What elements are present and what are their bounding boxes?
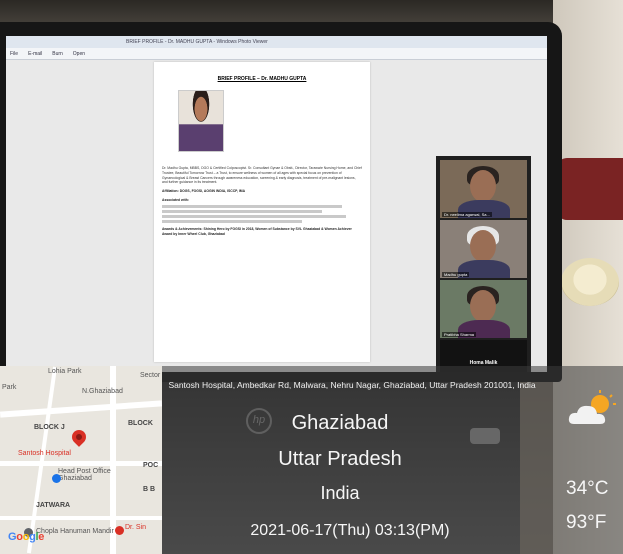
google-logo: Google bbox=[8, 531, 45, 543]
text-line bbox=[162, 204, 342, 208]
participant-tile[interactable]: Madhu gupta bbox=[440, 220, 527, 278]
temperature-celsius: 34°C bbox=[566, 478, 609, 499]
map-label: Lohia Park bbox=[48, 368, 82, 375]
map-label: BLOCK bbox=[128, 420, 153, 427]
map-label: Chopla Hanuman Mandir bbox=[36, 528, 114, 535]
document-affiliation: Affiliation: DOGS, FOGSI, AOGIN INDIA, I… bbox=[162, 189, 246, 194]
profile-document: BRIEF PROFILE – Dr. MADHU GUPTA Dr. Madh… bbox=[154, 62, 370, 362]
geotag-city: Ghaziabad bbox=[291, 412, 389, 434]
participant-tile[interactable]: Pratibha Sharma bbox=[440, 280, 527, 338]
map-label: Dr. Sin bbox=[125, 524, 147, 531]
avatar-face bbox=[470, 170, 496, 202]
participants-panel: Dr. neelima agarwal, Sa... Madhu gupta P… bbox=[436, 156, 531, 372]
map-label: N.Ghaziabad bbox=[82, 388, 123, 395]
toolbar-email[interactable]: E-mail bbox=[28, 51, 42, 57]
avatar-face bbox=[470, 230, 496, 262]
map-inset[interactable]: Lohia Park Park N.Ghaziabad Sector BLOCK… bbox=[0, 366, 162, 554]
poi-marker bbox=[52, 474, 61, 483]
viewer-toolbar: File E-mail Burn Open bbox=[6, 48, 547, 60]
tape-roll bbox=[561, 258, 619, 306]
map-label: JATWARA bbox=[36, 502, 71, 509]
document-awards: Awards & Achievements: Shining Hero by F… bbox=[162, 226, 352, 236]
document-title: BRIEF PROFILE – Dr. MADHU GUPTA bbox=[217, 76, 307, 82]
map-label: Head Post Office Ghaziabad bbox=[58, 468, 111, 482]
participant-name: Dr. neelima agarwal, Sa... bbox=[442, 212, 492, 217]
participant-name: Pratibha Sharma bbox=[442, 332, 477, 337]
map-label: Sector bbox=[140, 372, 161, 379]
partly-cloudy-icon bbox=[568, 390, 616, 424]
document-body: Dr. Madhu Gupta, MBBS, DGO & Certified C… bbox=[162, 166, 362, 236]
toolbar-burn[interactable]: Burn bbox=[52, 51, 63, 57]
geotag-country: India bbox=[320, 483, 360, 503]
geotag-state: Uttar Pradesh bbox=[278, 448, 402, 470]
map-road bbox=[0, 400, 162, 418]
geotag-datetime: 2021-06-17(Thu) 03:13(PM) bbox=[250, 522, 450, 539]
map-label: BLOCK J bbox=[34, 424, 65, 431]
text-line bbox=[162, 219, 302, 223]
laptop-screen: BRIEF PROFILE - Dr. MADHU GUPTA - Window… bbox=[6, 36, 547, 372]
red-chair bbox=[557, 158, 623, 220]
photo-viewer: BRIEF PROFILE – Dr. MADHU GUPTA Dr. Madh… bbox=[6, 60, 547, 372]
document-associated: Associated with: bbox=[162, 197, 189, 202]
temperature-fahrenheit: 93°F bbox=[566, 512, 607, 533]
participant-tile[interactable]: Dr. neelima agarwal, Sa... bbox=[440, 160, 527, 218]
poi-marker bbox=[115, 526, 124, 535]
map-label: Park bbox=[2, 384, 17, 391]
text-line bbox=[162, 214, 346, 218]
geotag-address: Santosh Hospital, Ambedkar Rd, Malwara, … bbox=[168, 380, 536, 390]
window-title: BRIEF PROFILE - Dr. MADHU GUPTA - Window… bbox=[6, 36, 547, 48]
map-label: Santosh Hospital bbox=[18, 450, 71, 457]
toolbar-file[interactable]: File bbox=[10, 51, 18, 57]
map-road bbox=[0, 461, 162, 466]
toolbar-open[interactable]: Open bbox=[73, 51, 85, 57]
map-road bbox=[26, 366, 58, 554]
profile-photo bbox=[178, 90, 224, 152]
participant-name: Madhu gupta bbox=[442, 272, 470, 277]
avatar-face bbox=[470, 290, 496, 322]
map-label: POC bbox=[143, 462, 159, 469]
text-line bbox=[162, 209, 322, 213]
map-road bbox=[0, 516, 162, 520]
map-label: B B bbox=[143, 486, 156, 493]
document-intro: Dr. Madhu Gupta, MBBS, DGO & Certified C… bbox=[162, 166, 362, 185]
